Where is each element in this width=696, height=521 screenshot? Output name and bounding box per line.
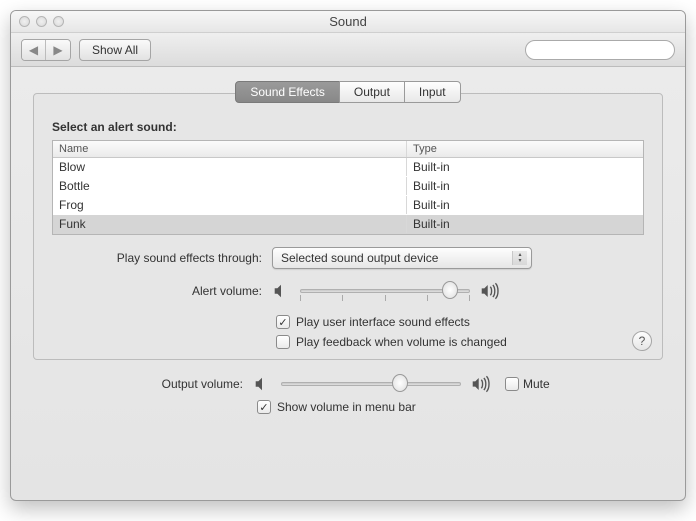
play-ui-sounds-row: ✓ Play user interface sound effects — [52, 315, 644, 329]
window-controls — [19, 16, 64, 27]
cell-name: Blow — [53, 158, 407, 176]
play-ui-sounds-checkbox[interactable]: ✓ — [276, 315, 290, 329]
forward-button[interactable]: ▶ — [46, 40, 70, 60]
cell-type: Built-in — [407, 215, 643, 233]
cell-name: Bottle — [53, 177, 407, 195]
feedback-checkbox[interactable] — [276, 335, 290, 349]
mute-label: Mute — [523, 377, 550, 391]
back-button[interactable]: ◀ — [22, 40, 46, 60]
table-row[interactable]: Funk Built-in — [53, 215, 643, 234]
menubar-checkbox[interactable]: ✓ — [257, 400, 271, 414]
col-name-header[interactable]: Name — [53, 141, 407, 157]
mute-checkbox[interactable] — [505, 377, 519, 391]
titlebar: Sound — [11, 11, 685, 33]
toolbar: ◀ ▶ Show All — [11, 33, 685, 67]
alert-sound-table[interactable]: Name Type Blow Built-in Bottle Built-in … — [52, 140, 644, 235]
cell-type: Built-in — [407, 177, 643, 195]
panel: Select an alert sound: Name Type Blow Bu… — [33, 93, 663, 360]
cell-name: Funk — [53, 215, 407, 233]
output-volume-row: Output volume: Mute — [33, 374, 663, 394]
play-ui-sounds-label: Play user interface sound effects — [296, 315, 470, 329]
effects-through-value: Selected sound output device — [281, 251, 438, 265]
output-volume-label: Output volume: — [33, 377, 243, 391]
effects-through-popup[interactable]: Selected sound output device ▴▾ — [272, 247, 532, 269]
chevron-up-down-icon: ▴▾ — [515, 251, 525, 265]
tabs: Sound Effects Output Input — [33, 81, 663, 103]
search-input[interactable] — [525, 40, 675, 60]
table-row[interactable]: Frog Built-in — [53, 196, 643, 215]
feedback-label: Play feedback when volume is changed — [296, 335, 507, 349]
menubar-label: Show volume in menu bar — [277, 400, 416, 414]
speaker-high-icon — [471, 374, 495, 394]
menubar-row: ✓ Show volume in menu bar — [33, 400, 663, 414]
sound-preferences-window: Sound ◀ ▶ Show All Sound Effects Output … — [10, 10, 686, 501]
cell-type: Built-in — [407, 158, 643, 176]
table-row[interactable]: Blow Built-in — [53, 158, 643, 177]
zoom-icon[interactable] — [53, 16, 64, 27]
nav-back-forward: ◀ ▶ — [21, 39, 71, 61]
cell-type: Built-in — [407, 196, 643, 214]
mute-wrap: Mute — [505, 377, 550, 391]
help-button[interactable]: ? — [632, 331, 652, 351]
output-volume-slider[interactable] — [281, 374, 461, 394]
window-title: Sound — [329, 14, 367, 29]
alert-sound-heading: Select an alert sound: — [52, 120, 644, 134]
alert-volume-row: Alert volume: — [52, 281, 644, 301]
speaker-low-icon — [272, 282, 290, 300]
speaker-low-icon — [253, 375, 271, 393]
table-header: Name Type — [53, 141, 643, 158]
table-row[interactable]: Bottle Built-in — [53, 177, 643, 196]
effects-through-label: Play sound effects through: — [52, 251, 262, 265]
minimize-icon[interactable] — [36, 16, 47, 27]
alert-volume-slider[interactable] — [300, 281, 470, 301]
content: Sound Effects Output Input Select an ale… — [11, 67, 685, 424]
tab-output[interactable]: Output — [339, 81, 405, 103]
show-all-button[interactable]: Show All — [79, 39, 151, 61]
effects-through-row: Play sound effects through: Selected sou… — [52, 247, 644, 269]
speaker-high-icon — [480, 281, 504, 301]
close-icon[interactable] — [19, 16, 30, 27]
tab-sound-effects[interactable]: Sound Effects — [235, 81, 340, 103]
alert-volume-label: Alert volume: — [52, 284, 262, 298]
tab-input[interactable]: Input — [404, 81, 461, 103]
search-wrap — [525, 40, 675, 60]
cell-name: Frog — [53, 196, 407, 214]
feedback-row: Play feedback when volume is changed — [52, 335, 644, 349]
col-type-header[interactable]: Type — [407, 141, 643, 157]
